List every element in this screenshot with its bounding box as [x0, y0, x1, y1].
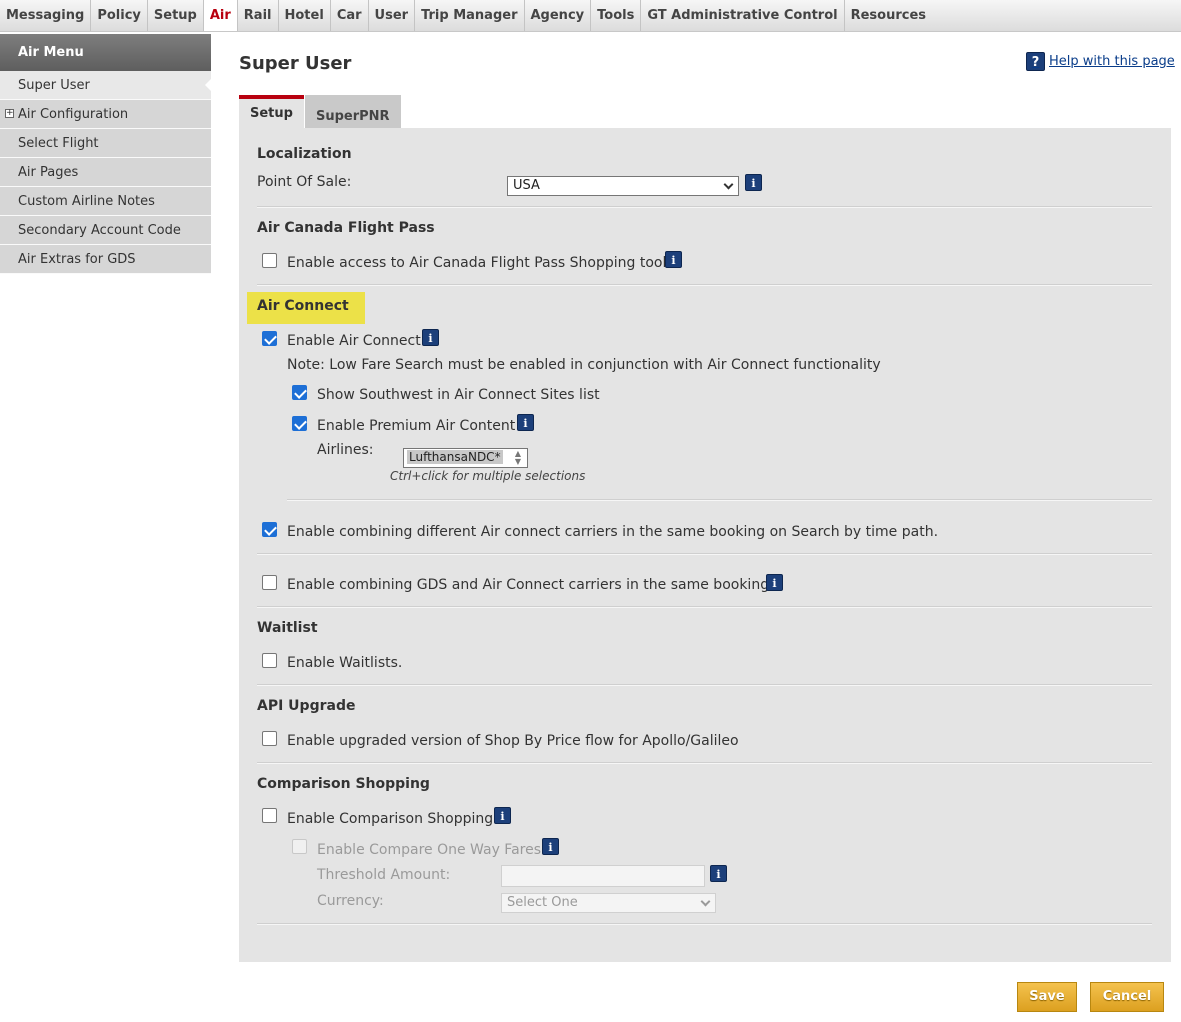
premium-air-content-label: Enable Premium Air Content — [317, 418, 516, 434]
currency-select[interactable]: Select One — [501, 893, 716, 913]
sidebar-item-label: Secondary Account Code — [18, 223, 181, 238]
sidebar-item-secondary-account-code[interactable]: Secondary Account Code — [0, 216, 211, 245]
info-icon[interactable]: i — [517, 414, 534, 431]
sidebar-item-label: Air Extras for GDS — [18, 252, 136, 267]
sidebar-item-air-pages[interactable]: Air Pages — [0, 158, 211, 187]
waitlist-title: Waitlist — [257, 620, 318, 636]
info-icon[interactable]: i — [766, 574, 783, 591]
info-icon[interactable]: i — [665, 251, 682, 268]
sidebar-item-select-flight[interactable]: Select Flight — [0, 129, 211, 158]
localization-title: Localization — [257, 146, 352, 162]
cancel-button[interactable]: Cancel — [1090, 982, 1164, 1012]
api-upgrade-checkbox[interactable] — [262, 731, 277, 746]
save-button[interactable]: Save — [1017, 982, 1077, 1012]
sidebar-item-label: Air Pages — [18, 165, 79, 180]
info-icon[interactable]: i — [494, 807, 511, 824]
air-canada-checkbox[interactable] — [262, 253, 277, 268]
subsection-divider — [287, 499, 1152, 501]
info-icon[interactable]: i — [745, 174, 762, 191]
nav-hotel[interactable]: Hotel — [279, 0, 331, 31]
compare-one-way-checkbox[interactable] — [292, 839, 307, 854]
combine-carriers-label: Enable combining different Air connect c… — [287, 524, 939, 540]
compare-one-way-label: Enable Compare One Way Fares — [317, 842, 542, 858]
setup-panel: Localization Point Of Sale: USA i Air Ca… — [239, 128, 1171, 962]
sidebar-item-air-extras-gds[interactable]: Air Extras for GDS — [0, 245, 211, 274]
show-southwest-checkbox[interactable] — [292, 385, 307, 400]
tab-bar: Setup SuperPNR — [239, 95, 401, 128]
air-connect-title: Air Connect — [257, 298, 349, 314]
airlines-label: Airlines: — [317, 442, 374, 458]
air-connect-note: Note: Low Fare Search must be enabled in… — [287, 357, 881, 373]
threshold-input[interactable] — [501, 865, 705, 887]
help-link[interactable]: ? Help with this page — [1026, 52, 1175, 71]
sidebar: Air Menu Super User + Air Configuration … — [0, 34, 212, 274]
ctrl-click-hint: Ctrl+click for multiple selections — [390, 469, 586, 483]
sidebar-item-super-user[interactable]: Super User — [0, 71, 212, 100]
currency-value: Select One — [507, 895, 578, 910]
section-divider — [257, 923, 1152, 925]
enable-air-connect-checkbox[interactable] — [262, 331, 277, 346]
spinner-arrows-icon: ▲ ▼ — [514, 449, 521, 466]
enable-air-connect-label: Enable Air Connect — [287, 333, 421, 349]
chevron-down-icon — [723, 179, 734, 190]
help-link-label[interactable]: Help with this page — [1049, 54, 1175, 69]
section-divider — [257, 206, 1152, 208]
currency-label: Currency: — [317, 893, 384, 909]
section-divider — [257, 684, 1152, 686]
nav-messaging[interactable]: Messaging — [0, 0, 92, 31]
comparison-label: Enable Comparison Shopping — [287, 811, 494, 827]
premium-air-content-checkbox[interactable] — [292, 416, 307, 431]
air-canada-title: Air Canada Flight Pass — [257, 220, 435, 236]
nav-setup[interactable]: Setup — [148, 0, 204, 31]
sidebar-header: Air Menu — [0, 34, 211, 71]
section-divider — [257, 762, 1152, 764]
info-icon[interactable]: i — [542, 838, 559, 855]
api-upgrade-title: API Upgrade — [257, 698, 356, 714]
nav-user[interactable]: User — [369, 0, 416, 31]
airlines-listbox[interactable]: LufthansaNDC* ▲ ▼ — [403, 448, 528, 468]
enable-waitlists-checkbox[interactable] — [262, 653, 277, 668]
nav-resources[interactable]: Resources — [845, 0, 932, 31]
enable-waitlists-label: Enable Waitlists. — [287, 655, 403, 671]
section-divider — [257, 606, 1152, 608]
nav-car[interactable]: Car — [331, 0, 369, 31]
nav-policy[interactable]: Policy — [91, 0, 148, 31]
threshold-label: Threshold Amount: — [317, 867, 451, 883]
sidebar-item-custom-airline-notes[interactable]: Custom Airline Notes — [0, 187, 211, 216]
top-nav: Messaging Policy Setup Air Rail Hotel Ca… — [0, 0, 1181, 32]
nav-agency[interactable]: Agency — [525, 0, 592, 31]
show-southwest-label: Show Southwest in Air Connect Sites list — [317, 387, 600, 403]
nav-tools[interactable]: Tools — [591, 0, 642, 31]
point-of-sale-label: Point Of Sale: — [257, 174, 352, 190]
section-divider — [257, 284, 1152, 286]
comparison-checkbox[interactable] — [262, 808, 277, 823]
sidebar-item-label: Super User — [18, 78, 90, 93]
nav-air[interactable]: Air — [203, 0, 238, 31]
sidebar-item-air-configuration[interactable]: + Air Configuration — [0, 100, 211, 129]
combine-carriers-checkbox[interactable] — [262, 522, 277, 537]
nav-rail[interactable]: Rail — [238, 0, 279, 31]
nav-trip-manager[interactable]: Trip Manager — [415, 0, 525, 31]
tab-setup[interactable]: Setup — [239, 95, 304, 128]
combine-gds-label: Enable combining GDS and Air Connect car… — [287, 577, 770, 593]
page-title: Super User — [239, 53, 352, 74]
combine-gds-checkbox[interactable] — [262, 575, 277, 590]
sidebar-item-label: Custom Airline Notes — [18, 194, 155, 209]
tab-superpnr[interactable]: SuperPNR — [304, 95, 401, 128]
point-of-sale-value: USA — [513, 178, 540, 193]
sidebar-item-label: Air Configuration — [18, 107, 129, 122]
sidebar-item-label: Select Flight — [18, 136, 99, 151]
point-of-sale-select[interactable]: USA — [507, 176, 739, 196]
info-icon[interactable]: i — [422, 329, 439, 346]
section-divider — [257, 553, 1152, 555]
expand-plus-icon[interactable]: + — [5, 109, 14, 118]
info-icon[interactable]: i — [710, 865, 727, 882]
air-canada-label: Enable access to Air Canada Flight Pass … — [287, 255, 667, 271]
airlines-selected-option[interactable]: LufthansaNDC* — [407, 450, 503, 464]
help-question-icon[interactable]: ? — [1026, 52, 1045, 71]
api-upgrade-label: Enable upgraded version of Shop By Price… — [287, 733, 739, 749]
nav-gt-admin[interactable]: GT Administrative Control — [641, 0, 845, 31]
comparison-title: Comparison Shopping — [257, 776, 430, 792]
chevron-down-icon — [700, 896, 711, 907]
